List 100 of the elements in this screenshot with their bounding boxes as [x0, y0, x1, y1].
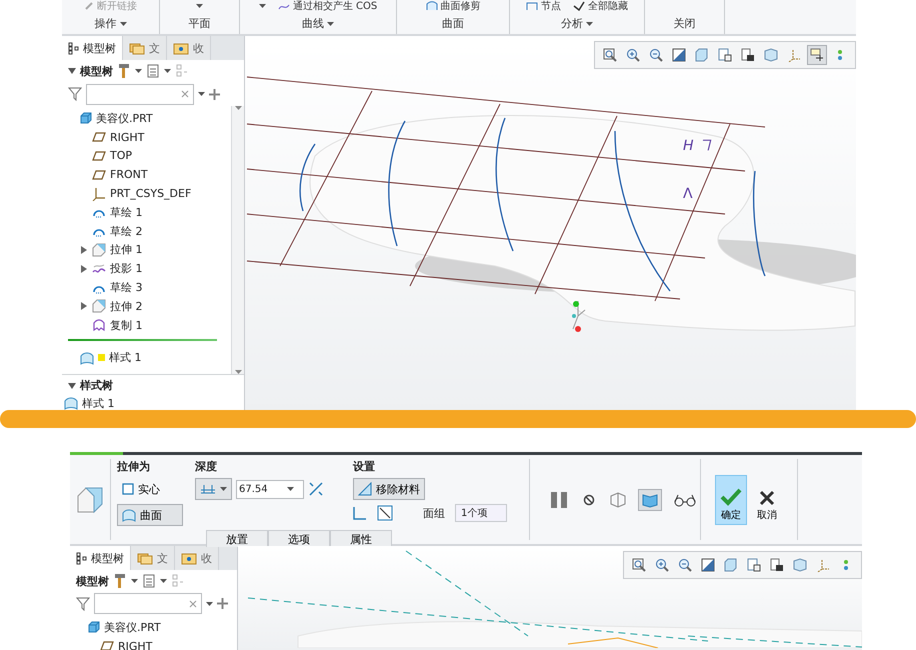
- saved-views-icon: [718, 48, 732, 62]
- list-settings-icon: [147, 64, 159, 78]
- cancel-button[interactable]: 取消: [751, 474, 783, 524]
- filter-icon: [68, 87, 82, 101]
- scrollbar[interactable]: [231, 106, 244, 374]
- saved-views-icon: [747, 558, 761, 572]
- confirm-button[interactable]: 确定: [715, 474, 747, 524]
- zoom-fit-icon: [603, 48, 617, 62]
- depth-type-button[interactable]: [195, 478, 232, 500]
- camera-icon: [741, 48, 755, 62]
- tree-item-label[interactable]: 草绘 3: [110, 280, 142, 296]
- extrude-cube-icon: [76, 486, 104, 514]
- zoom-out-icon: [649, 48, 663, 62]
- active-marker-icon: [98, 354, 105, 362]
- tree-filter-icon: [176, 64, 190, 78]
- ribbon-group-label[interactable]: 关闭: [674, 16, 696, 31]
- tree-item-label[interactable]: 投影 1: [110, 261, 142, 276]
- section-title: 设置: [353, 459, 376, 474]
- thicken-icon: [353, 506, 367, 520]
- no-entry-icon: [583, 494, 595, 506]
- coordinate-system-icon: [92, 186, 106, 201]
- tree-item-label[interactable]: FRONT: [110, 168, 148, 182]
- clear-icon: [181, 90, 189, 98]
- dashboard-tab[interactable]: 放置: [206, 530, 268, 547]
- tree-item-label[interactable]: 美容仪.PRT: [96, 110, 153, 126]
- extrude-type-button[interactable]: 曲面: [117, 504, 183, 526]
- dashboard-tab[interactable]: 属性: [330, 530, 392, 547]
- tree-item-label[interactable]: RIGHT: [118, 640, 152, 650]
- caret-icon: [234, 106, 242, 110]
- depth-field[interactable]: 67.54: [236, 480, 304, 498]
- quilt-field[interactable]: 1个项: [455, 504, 507, 522]
- tree-item-label[interactable]: 样式 1: [82, 396, 114, 410]
- panel-tab[interactable]: 模型树: [62, 36, 123, 60]
- expand-arrow-icon: [81, 264, 87, 273]
- folder-icon: [137, 552, 153, 564]
- tree-item-label[interactable]: 样式 1: [109, 350, 142, 366]
- expand-arrow-icon: [81, 246, 87, 254]
- caret-icon: [198, 92, 205, 96]
- extrude-type-button[interactable]: 实心: [117, 478, 183, 500]
- section-title: 拉伸为: [117, 459, 151, 474]
- ribbon-group-label[interactable]: 曲面: [442, 16, 464, 31]
- dashboard-tab[interactable]: 选项: [268, 530, 330, 547]
- hide-icon: [573, 1, 585, 11]
- add-icon: [217, 598, 228, 609]
- tree-title: 模型树: [80, 64, 113, 78]
- zoom-in-icon: [626, 48, 640, 62]
- tree-item-label[interactable]: 美容仪.PRT: [104, 620, 161, 635]
- wireframe-icon: [609, 492, 627, 508]
- tree-item-label[interactable]: 复制 1: [110, 318, 142, 333]
- tree-filter-icon: [172, 574, 186, 588]
- datum-plane-icon: [92, 170, 106, 180]
- hammer-icon: [114, 573, 126, 589]
- collapse-triangle-icon: [68, 382, 76, 390]
- tree-item-label[interactable]: TOP: [110, 149, 132, 162]
- remove-material-button[interactable]: 移除材料: [353, 478, 425, 500]
- ribbon-button[interactable]: 节点: [541, 0, 561, 12]
- ribbon-button[interactable]: 通过相交产生 COS: [292, 0, 378, 12]
- datum-plane-icon: [92, 132, 106, 142]
- filter-field[interactable]: [86, 84, 194, 104]
- shaded-cube-icon: [695, 48, 709, 62]
- preview-surface-icon: [641, 492, 659, 508]
- add-icon: [209, 88, 220, 100]
- quilt-label: 面组: [423, 506, 445, 520]
- part-cube-icon: [80, 112, 92, 124]
- caret-icon: [327, 22, 334, 26]
- filter-field[interactable]: [94, 593, 202, 614]
- tree-item-label[interactable]: 草绘 2: [110, 224, 142, 239]
- folder-icon: [173, 42, 189, 54]
- folder-icon: [181, 552, 197, 564]
- ribbon-group-label[interactable]: 分析: [561, 16, 583, 31]
- shaded-cube-icon: [724, 558, 738, 572]
- caret-icon: [258, 4, 266, 8]
- solid-square-icon: [122, 483, 134, 495]
- view-tool-button[interactable]: [807, 45, 827, 65]
- tree-item-label[interactable]: RIGHT: [110, 130, 144, 144]
- ribbon-button[interactable]: 全部隐藏: [588, 0, 628, 12]
- perspective-box-icon: [764, 48, 778, 62]
- style-surface-icon: [80, 350, 94, 365]
- ribbon-group-label[interactable]: 操作: [94, 16, 116, 31]
- panel-tab[interactable]: 模型树: [70, 546, 131, 570]
- ribbon-group-label[interactable]: 曲线: [302, 16, 324, 31]
- tree-item-label[interactable]: 草绘 1: [110, 204, 142, 220]
- tree-item-label[interactable]: PRT_CSYS_DEF: [110, 187, 192, 200]
- blind-depth-icon: [200, 483, 216, 495]
- reorient-icon: [701, 558, 715, 572]
- tree-item-label[interactable]: 拉伸 1: [110, 242, 142, 258]
- style-surface-icon: [122, 508, 136, 522]
- tree-item-label[interactable]: 拉伸 2: [110, 298, 142, 314]
- hammer-icon: [118, 63, 130, 79]
- close-icon: [759, 490, 775, 506]
- ribbon-button[interactable]: 曲面修剪: [440, 0, 480, 12]
- dot-icon: [843, 558, 849, 572]
- caret-icon: [206, 602, 213, 606]
- reorient-icon: [672, 48, 686, 62]
- datum-axes-icon: [787, 48, 801, 62]
- camera-icon: [770, 558, 784, 572]
- ribbon-group-label[interactable]: 平面: [188, 16, 210, 31]
- datum-plane-icon: [100, 641, 114, 650]
- caret-icon: [234, 370, 242, 374]
- remove-material-icon: [358, 482, 372, 496]
